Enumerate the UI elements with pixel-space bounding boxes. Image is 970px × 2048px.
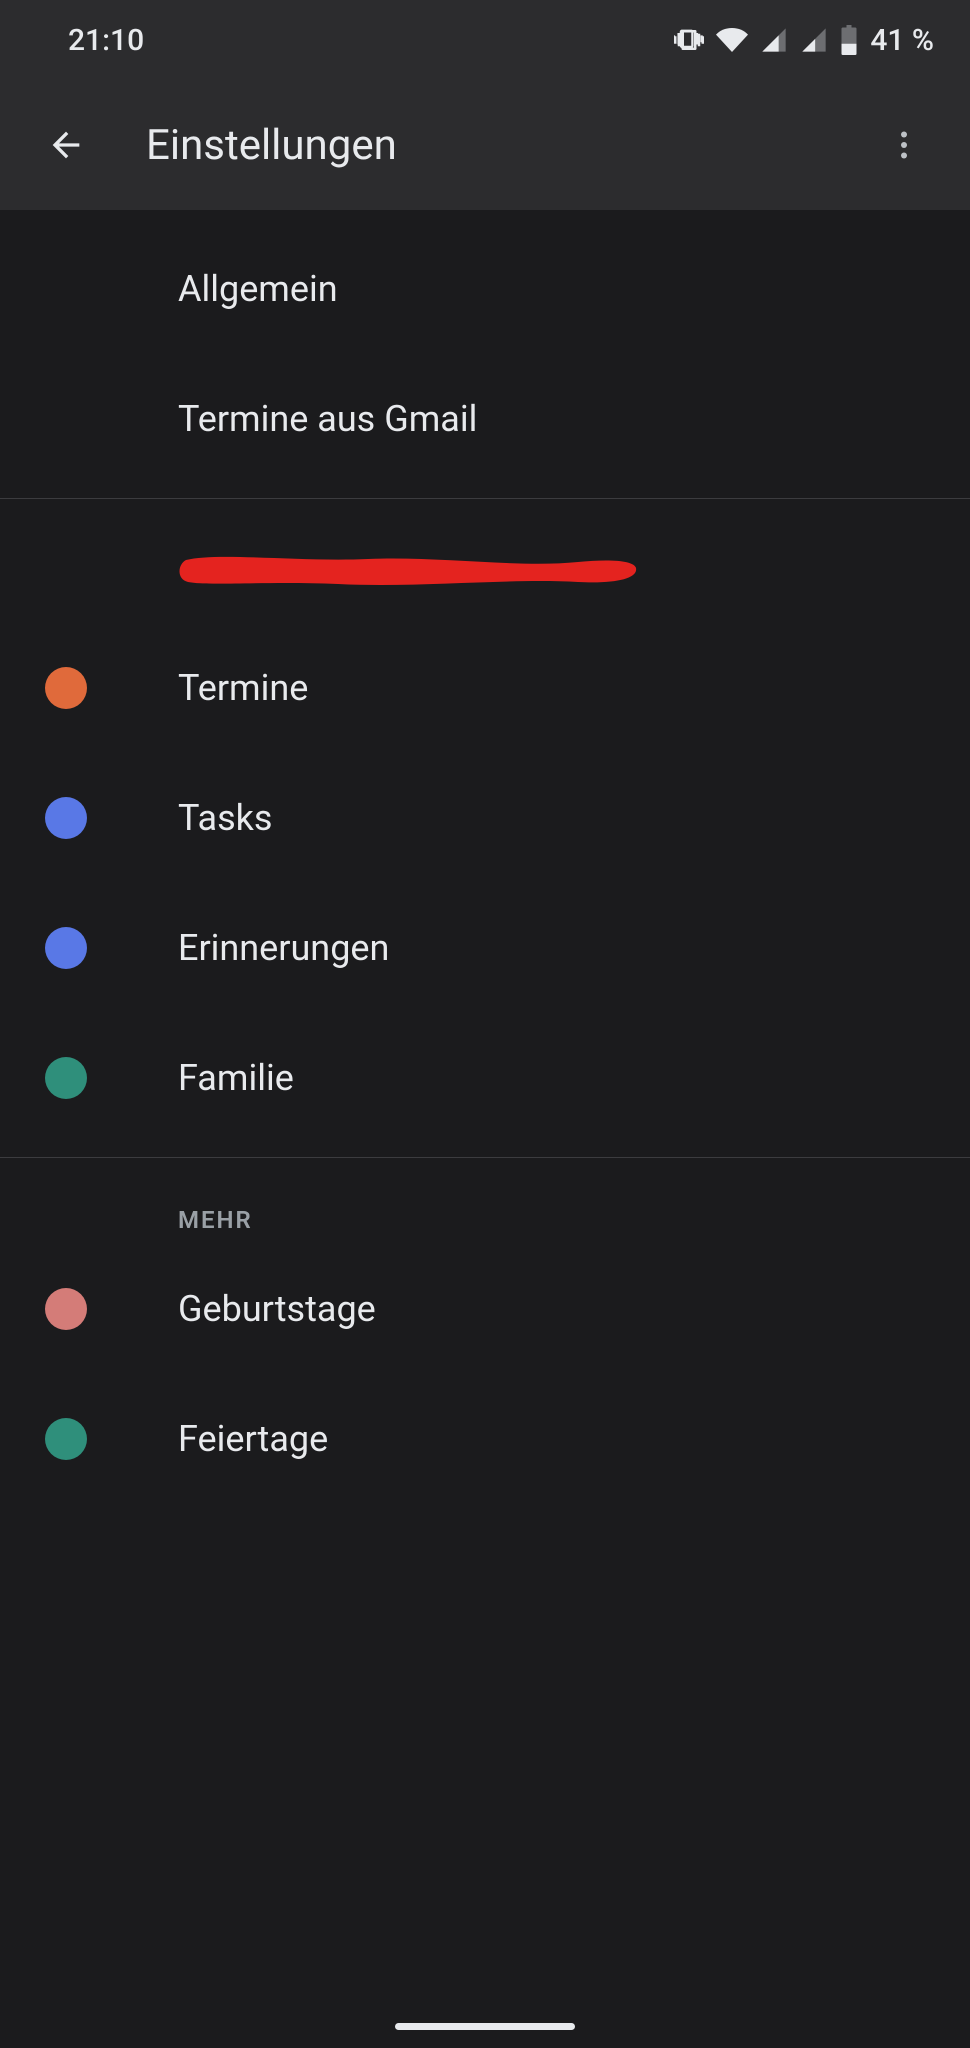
status-bar: 21:10 41 % xyxy=(0,0,970,80)
row-more-feiertage[interactable]: Feiertage xyxy=(0,1374,970,1504)
row-calendar-erinnerungen[interactable]: Erinnerungen xyxy=(0,883,970,1013)
row-calendar-familie-label: Familie xyxy=(178,1057,294,1099)
row-calendar-termine-label: Termine xyxy=(178,667,308,709)
color-dot xyxy=(45,1418,87,1460)
settings-content: Allgemein Termine aus Gmail Termine Task… xyxy=(0,210,970,1518)
nav-bar-indicator[interactable] xyxy=(395,2023,575,2030)
signal-2-icon xyxy=(800,26,828,54)
row-more-geburtstage[interactable]: Geburtstage xyxy=(0,1244,970,1374)
account-header xyxy=(0,513,970,623)
redaction-mark xyxy=(178,554,642,589)
row-more-geburtstage-label: Geburtstage xyxy=(178,1288,376,1330)
vibrate-icon xyxy=(674,25,704,55)
color-dot xyxy=(45,667,87,709)
more-subheader: MEHR xyxy=(0,1158,970,1244)
row-calendar-familie[interactable]: Familie xyxy=(0,1013,970,1143)
color-dot xyxy=(45,797,87,839)
row-events-from-gmail[interactable]: Termine aus Gmail xyxy=(0,354,970,484)
app-bar-title: Einstellungen xyxy=(146,121,862,170)
row-calendar-tasks-label: Tasks xyxy=(178,797,272,839)
status-clock: 21:10 xyxy=(68,23,144,58)
row-calendar-tasks[interactable]: Tasks xyxy=(0,753,970,883)
overflow-menu-button[interactable] xyxy=(862,103,946,187)
battery-percent: 41 % xyxy=(870,23,934,58)
color-dot xyxy=(45,1288,87,1330)
arrow-back-icon xyxy=(46,125,86,165)
row-calendar-erinnerungen-label: Erinnerungen xyxy=(178,927,389,969)
row-more-feiertage-label: Feiertage xyxy=(178,1418,328,1460)
color-dot xyxy=(45,1057,87,1099)
wifi-icon xyxy=(716,24,748,56)
more-section: MEHR Geburtstage Feiertage xyxy=(0,1158,970,1518)
row-events-from-gmail-label: Termine aus Gmail xyxy=(178,398,477,440)
color-dot xyxy=(45,927,87,969)
battery-icon xyxy=(840,25,858,55)
row-general[interactable]: Allgemein xyxy=(0,224,970,354)
row-general-label: Allgemein xyxy=(178,268,338,310)
account-section: Termine Tasks Erinnerungen Familie xyxy=(0,499,970,1157)
app-bar: Einstellungen xyxy=(0,80,970,210)
row-calendar-termine[interactable]: Termine xyxy=(0,623,970,753)
status-icons: 41 % xyxy=(674,23,934,58)
back-button[interactable] xyxy=(24,103,108,187)
general-section: Allgemein Termine aus Gmail xyxy=(0,210,970,498)
signal-1-icon xyxy=(760,26,788,54)
more-vert-icon xyxy=(886,127,922,163)
